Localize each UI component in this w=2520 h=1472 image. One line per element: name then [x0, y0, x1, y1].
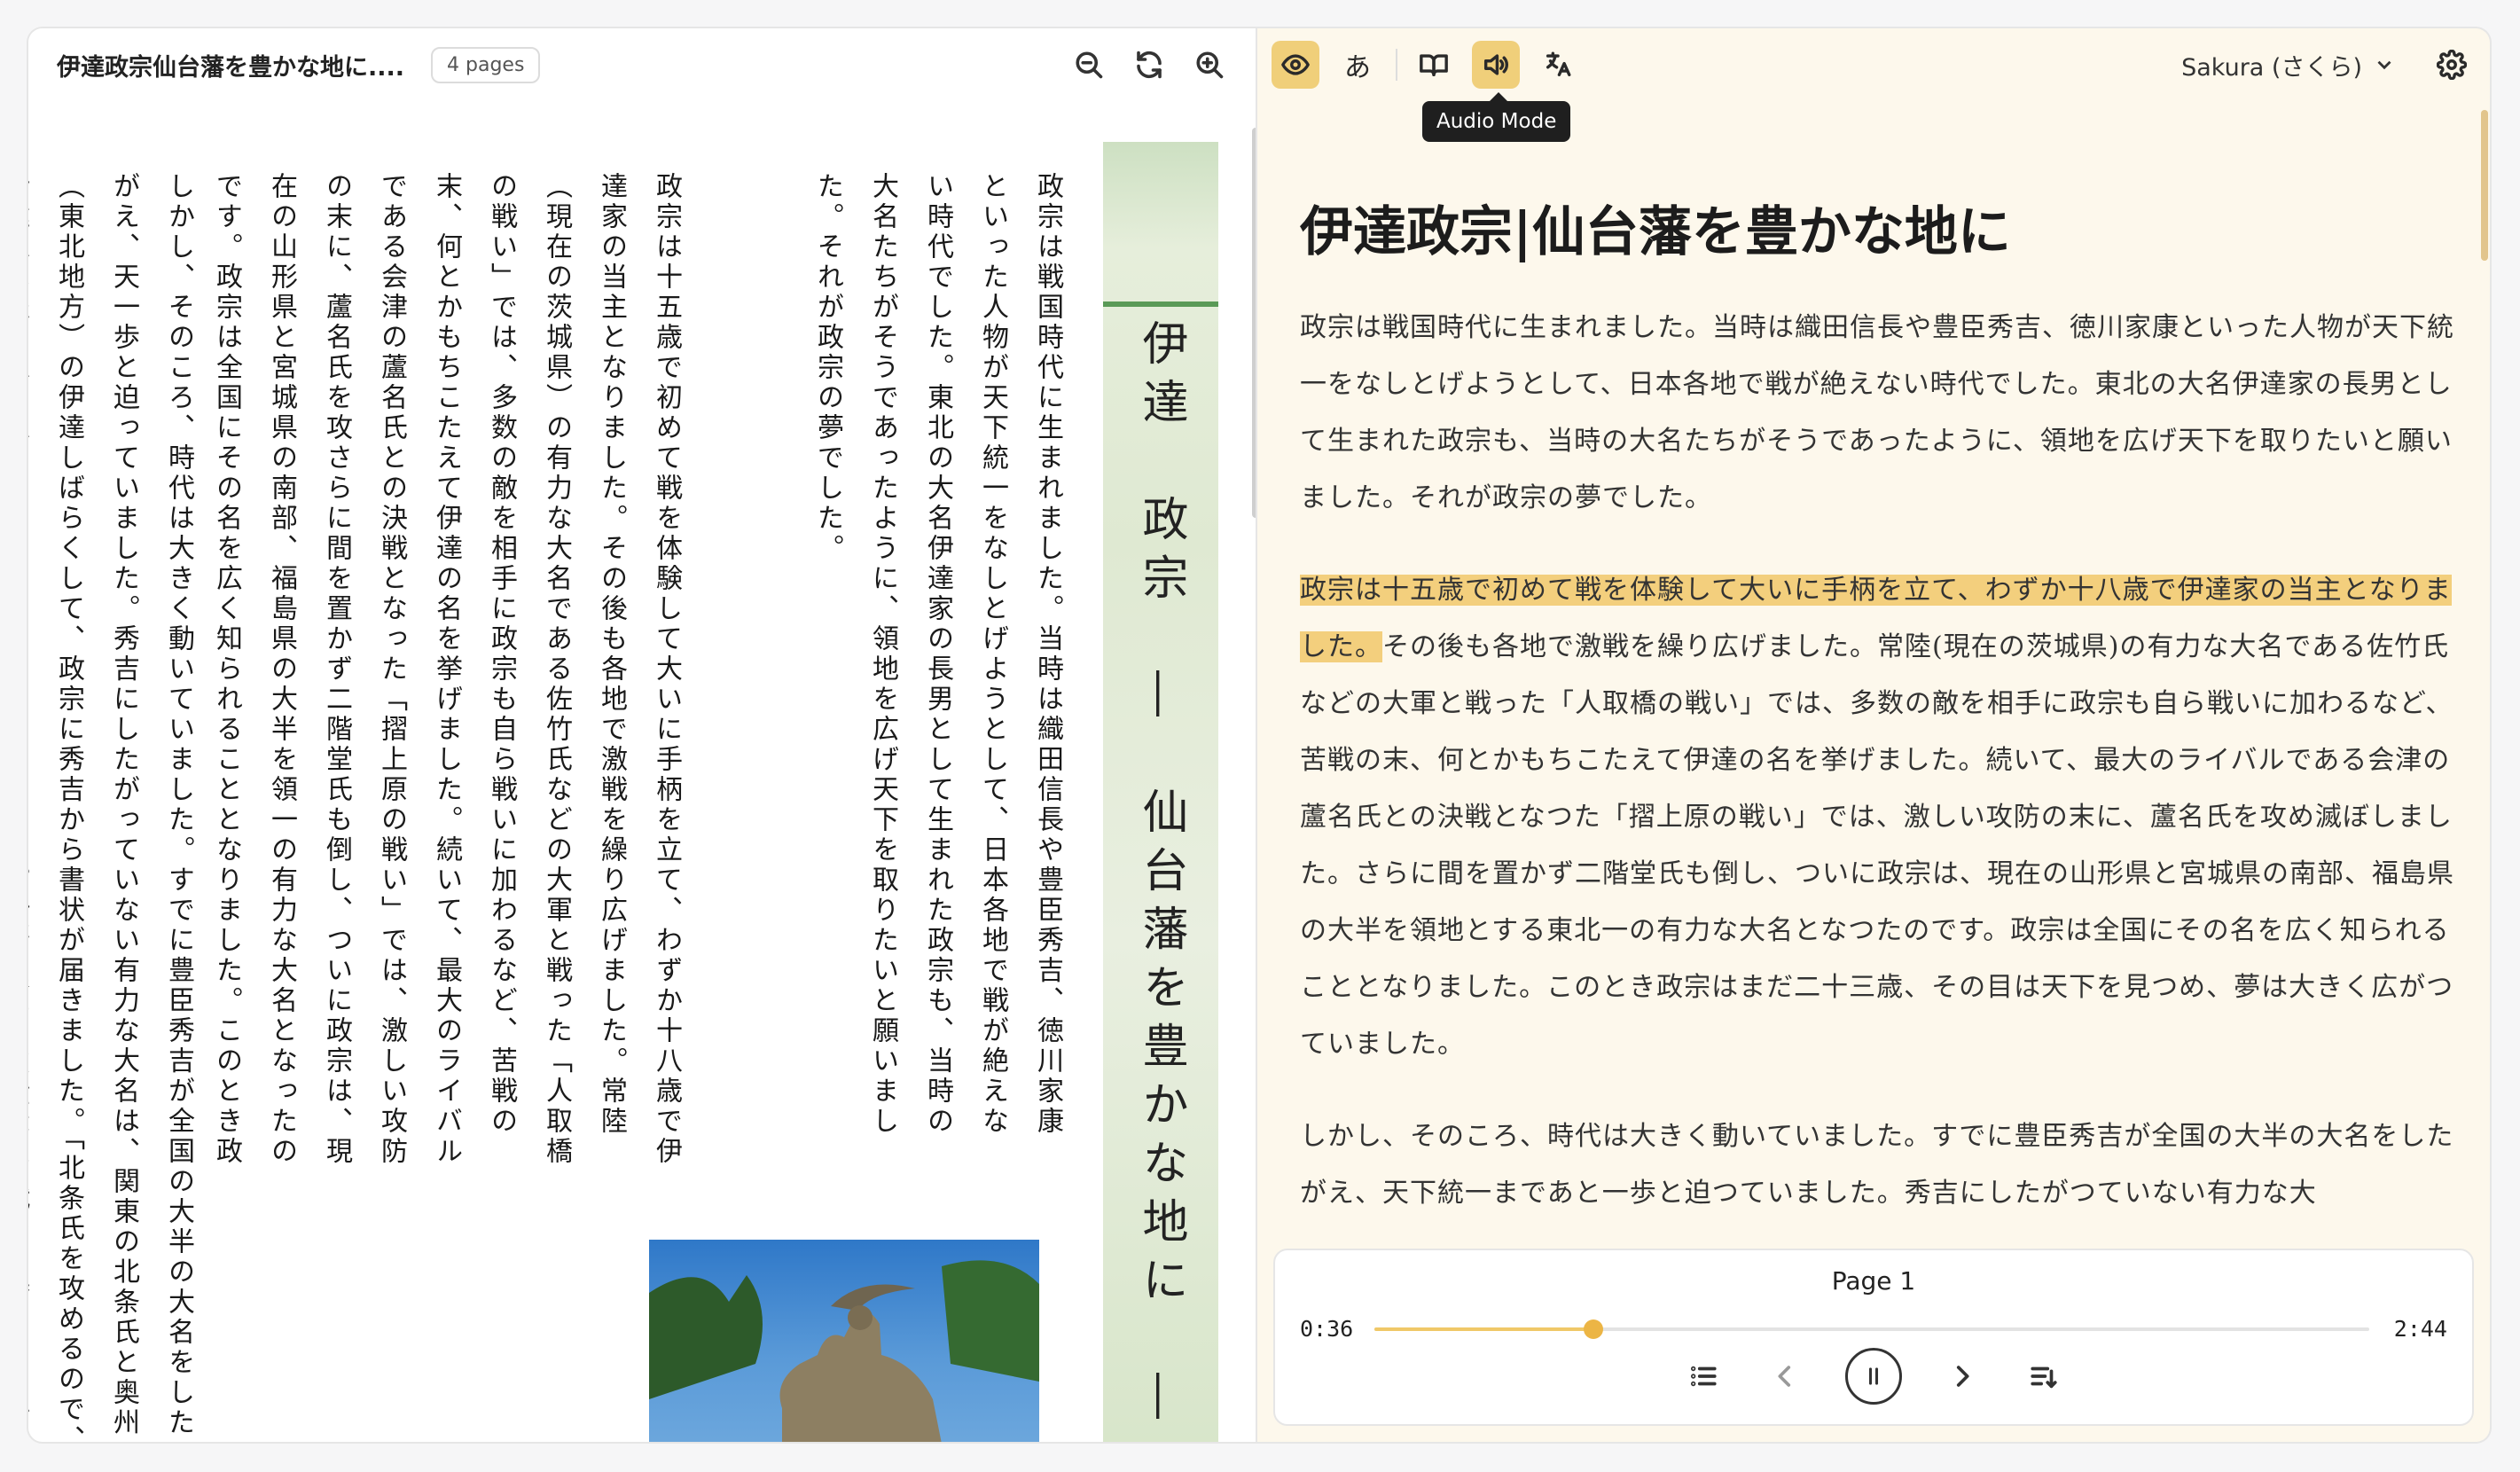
statue-photo	[649, 1240, 1039, 1442]
audio-mode-button[interactable]	[1472, 41, 1520, 89]
reader-scrollbar[interactable]	[2481, 110, 2488, 261]
app-window: 伊達政宗仙台藩を豊かな地に.... 4 pages 伊達 政宗 ― 仙台藩を豊か…	[27, 27, 2492, 1444]
audio-mode-tooltip: Audio Mode	[1422, 92, 1571, 142]
zoom-in-icon[interactable]	[1192, 47, 1227, 82]
current-time: 0:36	[1300, 1316, 1354, 1342]
document-viewer: 伊達政宗仙台藩を豊かな地に.... 4 pages 伊達 政宗 ― 仙台藩を豊か…	[27, 27, 1257, 1444]
next-button[interactable]	[1941, 1355, 1984, 1398]
rotate-icon[interactable]	[1131, 47, 1167, 82]
translate-icon	[1546, 51, 1571, 77]
progress-slider[interactable]	[1374, 1319, 2369, 1339]
page-paragraph-1: 政宗は戦国時代に生まれました。当時は織田信長や豊臣秀吉、徳川家康といった人物が天…	[812, 172, 1063, 1137]
progress-knob[interactable]	[1583, 1319, 1603, 1339]
voice-select-value: Sakura (さくら)	[2181, 53, 2362, 82]
player-controls	[1275, 1348, 2472, 1405]
book-mode-button[interactable]	[1410, 41, 1458, 89]
zoom-out-icon[interactable]	[1071, 47, 1107, 82]
audio-player: Page 1 0:36 2:44	[1273, 1249, 2474, 1426]
pause-icon	[1868, 1367, 1879, 1385]
scanned-page[interactable]: 伊達 政宗 ― 仙台藩を豊かな地に ― 政宗は戦国時代に生まれました。当時は織田…	[28, 101, 1243, 1442]
reader-panel: あ Sakura (さくら) Audio Mode 伊達政宗|仙台藩を豊かな地に	[1257, 27, 2492, 1444]
reader-content: 伊達政宗|仙台藩を豊かな地に 政宗は戦国時代に生まれました。当時は織田信長や豊臣…	[1300, 197, 2461, 1257]
eye-icon	[1281, 54, 1310, 75]
viewer-header: 伊達政宗仙台藩を豊かな地に.... 4 pages	[28, 28, 1256, 101]
player-page-label: Page 1	[1831, 1266, 1916, 1296]
book-icon	[1420, 54, 1448, 77]
previous-button[interactable]	[1764, 1355, 1806, 1398]
article-title: 伊達政宗|仙台藩を豊かな地に	[1300, 201, 2011, 263]
progress-fill	[1374, 1327, 1593, 1331]
visibility-toggle-button[interactable]	[1272, 41, 1319, 89]
playlist-icon	[2031, 1366, 2057, 1389]
contents-button[interactable]	[1682, 1355, 1725, 1398]
pause-button[interactable]	[1845, 1348, 1902, 1405]
list-icon	[1690, 1366, 1717, 1387]
chevron-right-icon	[1956, 1366, 1969, 1387]
banner-title: 伊達 政宗 ― 仙台藩を豊かな地に ―	[1134, 319, 1187, 1431]
kana-icon: あ	[1344, 52, 1371, 83]
article-paragraph-1: 政宗は戦国時代に生まれました。当時は織田信長や豊臣秀吉、徳川家康といった人物が天…	[1300, 312, 2454, 513]
page-count-badge: 4 pages	[431, 46, 541, 83]
paragraph-2-rest: その後も各地で激戦を繰り広げました。常陸(現在の茨城県)の有力な大名である佐竹氏…	[1300, 631, 2454, 1060]
gear-icon	[2437, 50, 2467, 80]
toolbar-divider	[1396, 49, 1397, 81]
reader-toolbar: あ Sakura (さくら)	[1257, 28, 2490, 101]
playlist-button[interactable]	[2023, 1355, 2065, 1398]
voice-select[interactable]: Sakura (さくら)	[2181, 48, 2396, 82]
article-paragraph-3: しかし、そのころ、時代は大きく動いていました。すでに豊臣秀吉が全国の大半の大名を…	[1300, 1121, 2454, 1209]
article-paragraph-2: 政宗は十五歳で初めて戦を体験して大いに手柄を立て、わずか十八歳で伊達家の当主とな…	[1300, 562, 2461, 1073]
document-title: 伊達政宗仙台藩を豊かな地に....	[57, 53, 405, 82]
page-paragraph-3: しかし、そのころ、時代は大きく動いていました。すでに豊臣秀吉が全国の大半の大名を…	[28, 172, 194, 1442]
chevron-left-icon	[1778, 1366, 1791, 1387]
chevron-down-icon	[2377, 60, 2391, 70]
total-time: 2:44	[2393, 1316, 2447, 1342]
title-banner: 伊達 政宗 ― 仙台藩を豊かな地に ―	[1103, 142, 1218, 1442]
zoom-tools	[1071, 47, 1227, 82]
banner-divider	[1103, 301, 1218, 307]
page-paragraph-2: 政宗は十五歳で初めて戦を体験して大いに手柄を立て、わずか十八歳で伊達家の当主とな…	[211, 172, 682, 1167]
furigana-button[interactable]: あ	[1334, 41, 1381, 89]
speaker-icon	[1483, 54, 1508, 75]
settings-button[interactable]	[2428, 41, 2476, 89]
translate-button[interactable]	[1534, 41, 1582, 89]
